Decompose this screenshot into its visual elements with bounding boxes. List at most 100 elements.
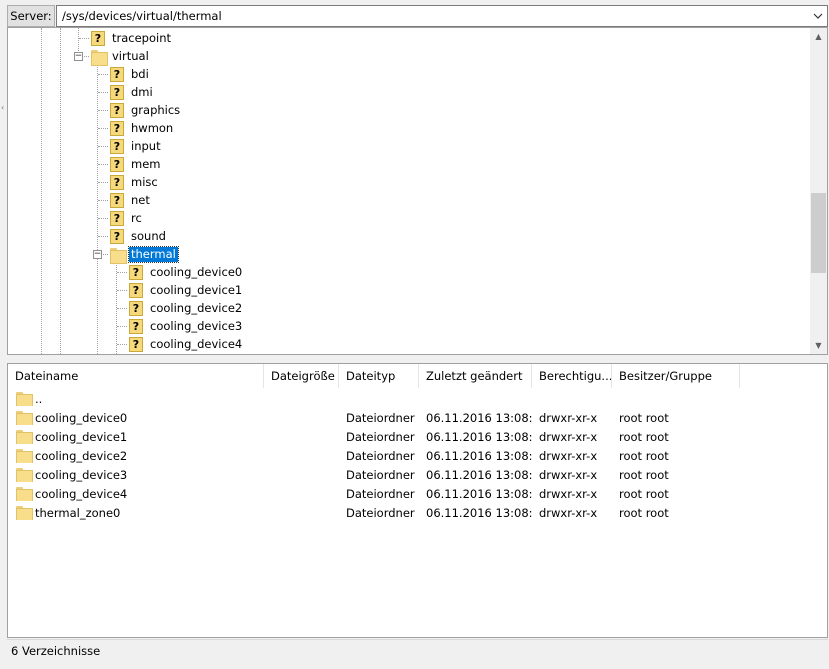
tree-node-graphics[interactable]: ? graphics (110, 101, 182, 119)
remote-file-list[interactable]: ︿ Dateiname Dateigröße Dateityp Zuletzt … (7, 363, 828, 638)
folder-icon (91, 49, 108, 66)
collapse-node-icon[interactable]: − (93, 250, 102, 259)
file-name-cell: .. (8, 391, 264, 406)
file-name-text: cooling_device3 (35, 467, 128, 482)
file-type-cell: Dateiordner (346, 486, 415, 501)
table-row[interactable]: cooling_device2 Dateiordner 06.11.2016 13:… (8, 446, 827, 465)
column-header-modified[interactable]: Zuletzt geändert (419, 364, 532, 388)
remote-path-combobox[interactable]: /sys/devices/virtual/thermal (56, 5, 828, 27)
tree-node-mem[interactable]: ? mem (110, 155, 162, 173)
file-owner-cell: root root (619, 467, 669, 482)
tree-node-cooling-device2[interactable]: ? cooling_device2 (129, 299, 244, 317)
folder-icon (16, 391, 33, 406)
file-name-text: .. (35, 391, 43, 406)
tree-node-rc[interactable]: ? rc (110, 209, 144, 227)
tree-node-dmi[interactable]: ? dmi (110, 83, 155, 101)
tree-node-label: mem (131, 156, 161, 171)
tree-guide-line (98, 128, 108, 129)
question-icon: ? (129, 264, 143, 280)
file-permissions-cell: drwxr-xr-x (539, 505, 598, 520)
server-path-label: Server: (7, 5, 55, 27)
folder-icon (110, 247, 127, 264)
file-type-cell: Dateiordner (346, 410, 415, 425)
tree-guide-line (117, 344, 127, 345)
column-header-filetype[interactable]: Dateityp (339, 364, 419, 388)
tree-node-virtual[interactable]: virtual (91, 47, 151, 66)
remote-directory-tree[interactable]: ? tracepoint − virtual? bdi? dmi? graphics? hwm… (7, 27, 828, 355)
tree-guide-line (98, 164, 108, 165)
window-left-edge: ‹ (0, 0, 7, 669)
scrollbar-thumb[interactable] (811, 193, 826, 273)
table-row[interactable]: cooling_device0 Dateiordner 06.11.2016 13:… (8, 408, 827, 427)
tree-vertical-scrollbar[interactable]: ▲ ▼ (810, 28, 827, 354)
tree-node-cooling-device4[interactable]: ? cooling_device4 (129, 335, 244, 353)
file-type-cell: Dateiordner (346, 448, 415, 463)
tree-node-cooling-device3[interactable]: ? cooling_device3 (129, 317, 244, 335)
tree-node-net[interactable]: ? net (110, 191, 152, 209)
file-owner-cell: root root (619, 410, 669, 425)
tree-node-cooling-device1[interactable]: ? cooling_device1 (129, 281, 244, 299)
tree-node-label: misc (131, 174, 158, 189)
file-owner-cell: root root (619, 486, 669, 501)
tree-node-cooling-device0[interactable]: ? cooling_device0 (129, 263, 244, 281)
tree-node-misc[interactable]: ? misc (110, 173, 160, 191)
chevron-down-icon[interactable] (810, 8, 825, 24)
tree-node-label: cooling_device0 (150, 264, 243, 279)
question-icon: ? (129, 300, 143, 316)
table-row[interactable]: thermal_zone0 Dateiordner 06.11.2016 13:08… (8, 503, 827, 522)
file-owner-cell: root root (619, 448, 669, 463)
table-row[interactable]: cooling_device4 Dateiordner 06.11.2016 13:… (8, 484, 827, 503)
file-owner-cell: root root (619, 505, 669, 520)
table-row[interactable]: .. (8, 389, 827, 408)
question-icon: ? (110, 192, 124, 208)
remote-path-bar: Server: /sys/devices/virtual/thermal (7, 5, 828, 27)
tree-node-thermal[interactable]: thermal (110, 245, 179, 264)
tree-guide-line (41, 28, 42, 354)
scroll-up-icon[interactable]: ▲ (810, 28, 827, 45)
file-type-cell: Dateiordner (346, 505, 415, 520)
file-name-cell: cooling_device0 (8, 410, 264, 425)
question-icon: ? (110, 228, 124, 244)
folder-icon (16, 429, 33, 444)
file-name-cell: cooling_device3 (8, 467, 264, 482)
question-icon: ? (110, 138, 124, 154)
file-permissions-cell: drwxr-xr-x (539, 486, 598, 501)
tree-node-hwmon[interactable]: ? hwmon (110, 119, 175, 137)
folder-icon (16, 467, 33, 482)
folder-icon (16, 448, 33, 463)
tree-node-label: input (131, 138, 161, 153)
file-name-cell: cooling_device2 (8, 448, 264, 463)
tree-guide-line (117, 308, 127, 309)
scroll-down-icon[interactable]: ▼ (810, 337, 827, 354)
table-row[interactable]: cooling_device3 Dateiordner 06.11.2016 13:… (8, 465, 827, 484)
pane-splitter[interactable] (0, 355, 829, 363)
tree-node-label: sound (131, 228, 166, 243)
tree-guide-line (98, 110, 108, 111)
column-header-filename[interactable]: Dateiname (8, 364, 264, 388)
column-header-permissions[interactable]: Berechtigu... (532, 364, 612, 388)
tree-node-label: virtual (112, 48, 149, 63)
tree-guide-line (116, 259, 117, 354)
tree-node-tracepoint[interactable]: ? tracepoint (91, 29, 173, 47)
tree-node-bdi[interactable]: ? bdi (110, 65, 151, 83)
tree-guide-line (98, 74, 108, 75)
file-name-text: thermal_zone0 (35, 505, 121, 520)
folder-icon (16, 486, 33, 501)
question-icon: ? (110, 66, 124, 82)
column-header-owner[interactable]: Besitzer/Gruppe (612, 364, 740, 388)
file-permissions-cell: drwxr-xr-x (539, 429, 598, 444)
question-icon: ? (129, 282, 143, 298)
tree-guide-line (98, 236, 108, 237)
remote-path-value: /sys/devices/virtual/thermal (62, 9, 222, 23)
tree-node-input[interactable]: ? input (110, 137, 163, 155)
table-row[interactable]: cooling_device1 Dateiordner 06.11.2016 13:… (8, 427, 827, 446)
column-header-filesize[interactable]: Dateigröße (264, 364, 339, 388)
tree-node-sound[interactable]: ? sound (110, 227, 168, 245)
collapse-node-icon[interactable]: − (74, 52, 83, 61)
file-modified-cell: 06.11.2016 13:08:50 (426, 505, 532, 520)
question-icon: ? (110, 174, 124, 190)
tree-node-label: rc (131, 210, 142, 225)
file-permissions-cell: drwxr-xr-x (539, 448, 598, 463)
tree-guide-line (117, 290, 127, 291)
file-name-cell: cooling_device1 (8, 429, 264, 444)
